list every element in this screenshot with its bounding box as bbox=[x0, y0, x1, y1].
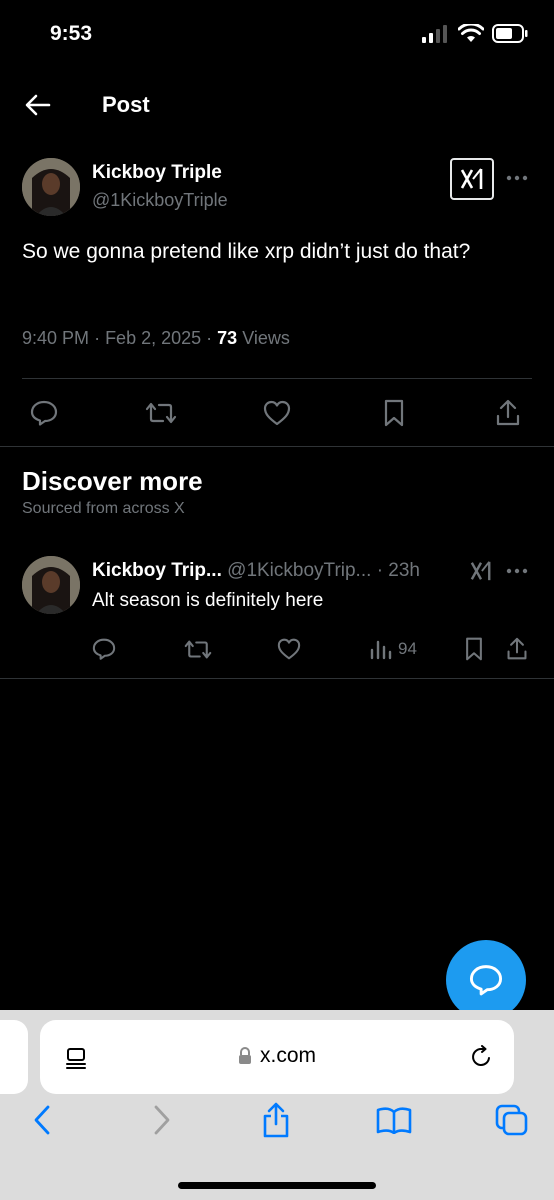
discover-post[interactable]: Kickboy Trip... @1KickboyTrip... · 23h A… bbox=[0, 548, 554, 678]
status-icons bbox=[422, 24, 528, 43]
repost-icon bbox=[184, 640, 212, 658]
reply-plus-icon bbox=[469, 965, 503, 996]
views-count[interactable]: 73 bbox=[217, 328, 237, 348]
heart-icon bbox=[277, 638, 301, 660]
chevron-left-icon bbox=[34, 1105, 50, 1135]
share-button[interactable] bbox=[491, 396, 525, 430]
avatar-image bbox=[22, 556, 80, 614]
battery-icon bbox=[492, 24, 528, 43]
views-count: 94 bbox=[398, 639, 417, 658]
author-handle[interactable]: @1KickboyTriple bbox=[92, 190, 228, 211]
like-button[interactable] bbox=[277, 634, 301, 664]
share-icon bbox=[496, 399, 520, 426]
post-header: Post bbox=[0, 70, 554, 140]
author-handle[interactable]: @1KickboyTrip... bbox=[227, 560, 371, 581]
page-title: Post bbox=[102, 92, 150, 117]
share-icon bbox=[507, 637, 527, 660]
wifi-icon bbox=[458, 24, 484, 42]
bookmarks-button[interactable] bbox=[374, 1102, 414, 1138]
discover-title: Discover more bbox=[22, 466, 203, 496]
repost-button[interactable] bbox=[184, 634, 212, 664]
reply-button[interactable] bbox=[92, 634, 116, 664]
avatar-image bbox=[22, 158, 80, 216]
reply-button[interactable] bbox=[27, 396, 61, 430]
discover-post-header: Kickboy Trip... @1KickboyTrip... · 23h bbox=[92, 560, 420, 582]
grok-icon bbox=[470, 561, 491, 581]
meta-separator: · bbox=[94, 328, 106, 348]
book-icon bbox=[376, 1107, 412, 1134]
back-button[interactable] bbox=[20, 90, 56, 120]
divider bbox=[22, 378, 532, 379]
author-name[interactable]: Kickboy Trip... bbox=[92, 560, 222, 581]
browser-forward-button[interactable] bbox=[144, 1102, 180, 1138]
section-divider bbox=[0, 446, 554, 447]
previous-tab-preview[interactable] bbox=[0, 1020, 28, 1094]
chevron-right-icon bbox=[154, 1105, 170, 1135]
post-actions bbox=[0, 388, 554, 438]
tabs-icon bbox=[495, 1104, 528, 1136]
heart-icon bbox=[263, 400, 291, 426]
reload-icon bbox=[472, 1045, 490, 1066]
views-button[interactable]: 94 bbox=[370, 634, 417, 664]
address-bar[interactable]: x.com bbox=[40, 1020, 514, 1094]
post-text: So we gonna pretend like xrp didn’t just… bbox=[22, 240, 471, 263]
post-actions: 94 bbox=[0, 634, 554, 666]
repost-button[interactable] bbox=[144, 396, 178, 430]
browser-toolbar: x.com bbox=[0, 1010, 554, 1200]
browser-back-button[interactable] bbox=[24, 1102, 60, 1138]
floating-reply-button[interactable] bbox=[446, 940, 526, 1020]
share-icon bbox=[263, 1102, 289, 1138]
status-time: 9:53 bbox=[50, 22, 93, 45]
post-text: Alt season is definitely here bbox=[92, 590, 324, 611]
avatar[interactable] bbox=[22, 556, 80, 614]
avatar[interactable] bbox=[22, 158, 80, 216]
bookmark-icon bbox=[466, 637, 482, 661]
share-button[interactable] bbox=[506, 634, 528, 664]
post-time: 9:40 PM bbox=[22, 328, 90, 348]
like-button[interactable] bbox=[260, 396, 294, 430]
grok-icon bbox=[460, 168, 483, 189]
grok-button[interactable] bbox=[467, 558, 495, 584]
bookmark-button[interactable] bbox=[377, 396, 411, 430]
arrow-left-icon bbox=[25, 94, 51, 116]
home-indicator bbox=[178, 1182, 376, 1189]
section-divider bbox=[0, 678, 554, 679]
tabs-button[interactable] bbox=[492, 1102, 532, 1138]
meta-separator: · bbox=[206, 328, 218, 348]
author-name[interactable]: Kickboy Triple bbox=[92, 162, 222, 184]
more-options-button[interactable] bbox=[504, 168, 530, 188]
url-display[interactable]: x.com bbox=[40, 1044, 514, 1068]
post-time[interactable]: · 23h bbox=[377, 560, 420, 581]
lock-icon bbox=[238, 1047, 251, 1064]
more-options-button[interactable] bbox=[505, 562, 529, 580]
post-date: Feb 2, 2025 bbox=[105, 328, 202, 348]
url-text: x.com bbox=[259, 1044, 316, 1067]
bookmark-icon bbox=[384, 399, 404, 427]
discover-subtitle: Sourced from across X bbox=[22, 500, 185, 517]
bookmark-button[interactable] bbox=[464, 634, 484, 664]
browser-share-button[interactable] bbox=[258, 1102, 294, 1138]
reply-icon bbox=[30, 400, 58, 426]
reply-icon bbox=[92, 638, 116, 660]
grok-button[interactable] bbox=[450, 158, 494, 200]
reload-button[interactable] bbox=[468, 1044, 494, 1070]
signal-icon bbox=[422, 24, 447, 43]
more-horizontal-icon bbox=[506, 175, 528, 181]
repost-icon bbox=[145, 402, 177, 424]
post-meta: 9:40 PM · Feb 2, 2025 · 73 Views bbox=[22, 328, 290, 349]
status-bar: 9:53 bbox=[0, 0, 554, 70]
more-horizontal-icon bbox=[506, 568, 528, 574]
analytics-icon bbox=[370, 640, 392, 660]
views-label[interactable]: Views bbox=[242, 328, 290, 348]
